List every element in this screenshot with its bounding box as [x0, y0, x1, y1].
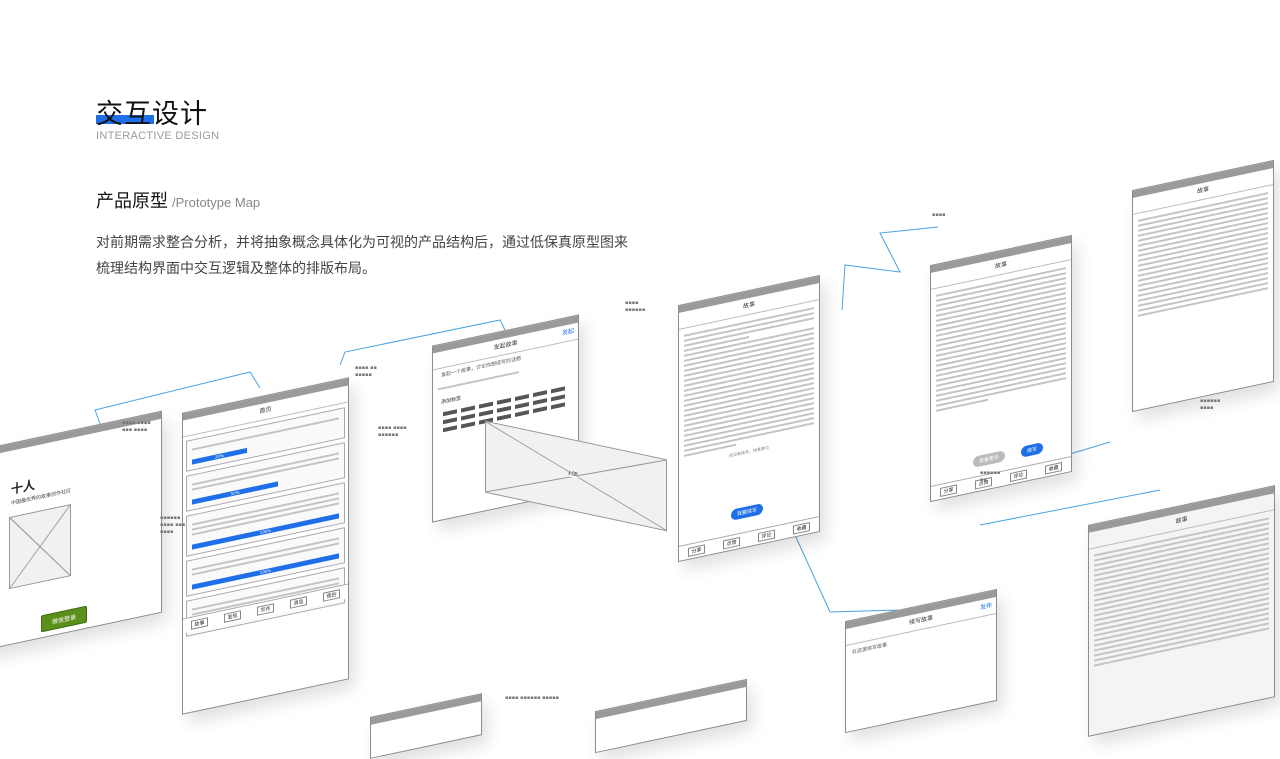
wechat-login-button[interactable]: 微信登录 — [41, 605, 88, 633]
nav-title: 发起故事 — [493, 339, 518, 352]
publish-action[interactable]: 发起 — [562, 323, 574, 342]
wireframe-welcome: 十人 中国最优秀的故事创作社区 微信登录 — [0, 410, 162, 652]
tab-story[interactable]: 故事 — [191, 616, 208, 630]
flow-line — [841, 226, 939, 311]
tab-share[interactable]: 分享 — [688, 543, 705, 557]
wireframe-home: 首页 20% 50% 100% 100% 100% 故事 发现 写作 消息 我的 — [182, 377, 349, 715]
annotation: ▪▪▪▪▪▪ ▪▪▪▪ ▪▪▪ ▪▪▪▪ — [160, 515, 186, 535]
annotation: ▪▪▪▪▪▪▪▪▪▪ — [1200, 398, 1221, 411]
tab-discover[interactable]: 发现 — [224, 609, 241, 623]
annotation: ▪▪▪▪ ▪▪▪▪▪▪ ▪▪▪▪▪ — [505, 695, 560, 701]
continue-button[interactable]: 续写 — [1021, 442, 1044, 458]
annotation: ▪▪▪▪ — [932, 212, 946, 218]
nav-title: 首页 — [259, 405, 272, 416]
annotation: ▪▪▪▪ ▪▪▪▪ ▪▪▪▪▪▪ — [378, 425, 407, 438]
more-button[interactable]: 查看更多 — [973, 450, 1006, 468]
publish-action[interactable]: 发布 — [980, 598, 992, 617]
wireframe-story-bottom: 故事 — [1088, 485, 1275, 737]
tab-collect[interactable]: 收藏 — [1045, 461, 1062, 475]
prototype-map: 十人 中国最优秀的故事创作社区 微信登录 首页 20% 50% 100% 100… — [0, 0, 1280, 759]
tab-comment[interactable]: 评论 — [758, 529, 775, 542]
tab-share[interactable]: 分享 — [940, 483, 957, 497]
tab-messages[interactable]: 消息 — [290, 595, 307, 609]
tab-me[interactable]: 我的 — [323, 588, 340, 602]
annotation: ▪▪▪▪ ▪▪▪▪ ▪▪▪ ▪▪▪▪ — [122, 420, 151, 433]
tab-collect[interactable]: 收藏 — [793, 521, 810, 535]
wireframe-story-continued: 故事 查看更多 续写 分享 点赞 评论 收藏 — [930, 234, 1072, 503]
nav-title: 故事 — [1175, 515, 1188, 526]
tab-write[interactable]: 写作 — [257, 602, 274, 616]
wireframe-story-right: 故事 — [1132, 159, 1274, 413]
nav-title: 故事 — [742, 300, 755, 311]
continue-button[interactable]: 我要续写 — [731, 503, 764, 521]
tab-like[interactable]: 点赞 — [723, 536, 740, 549]
flow-line — [794, 534, 901, 613]
annotation: ▪▪▪▪ ▪▪ ▪▪▪▪▪ — [355, 365, 377, 378]
annotation: ▪▪▪▪▪▪▪▪▪▪ — [625, 300, 646, 313]
nav-title: 故事 — [1196, 185, 1209, 196]
image-placeholder — [9, 504, 71, 590]
wireframe-story: 故事 还没有续写，快来参与 我要续写 分享 点赞 评论 收藏 — [678, 274, 820, 563]
nav-title: 续写故事 — [908, 614, 933, 627]
nav-title: 故事 — [994, 260, 1007, 271]
annotation: ▪▪▪▪▪▪ ▪▪ — [980, 470, 1001, 483]
